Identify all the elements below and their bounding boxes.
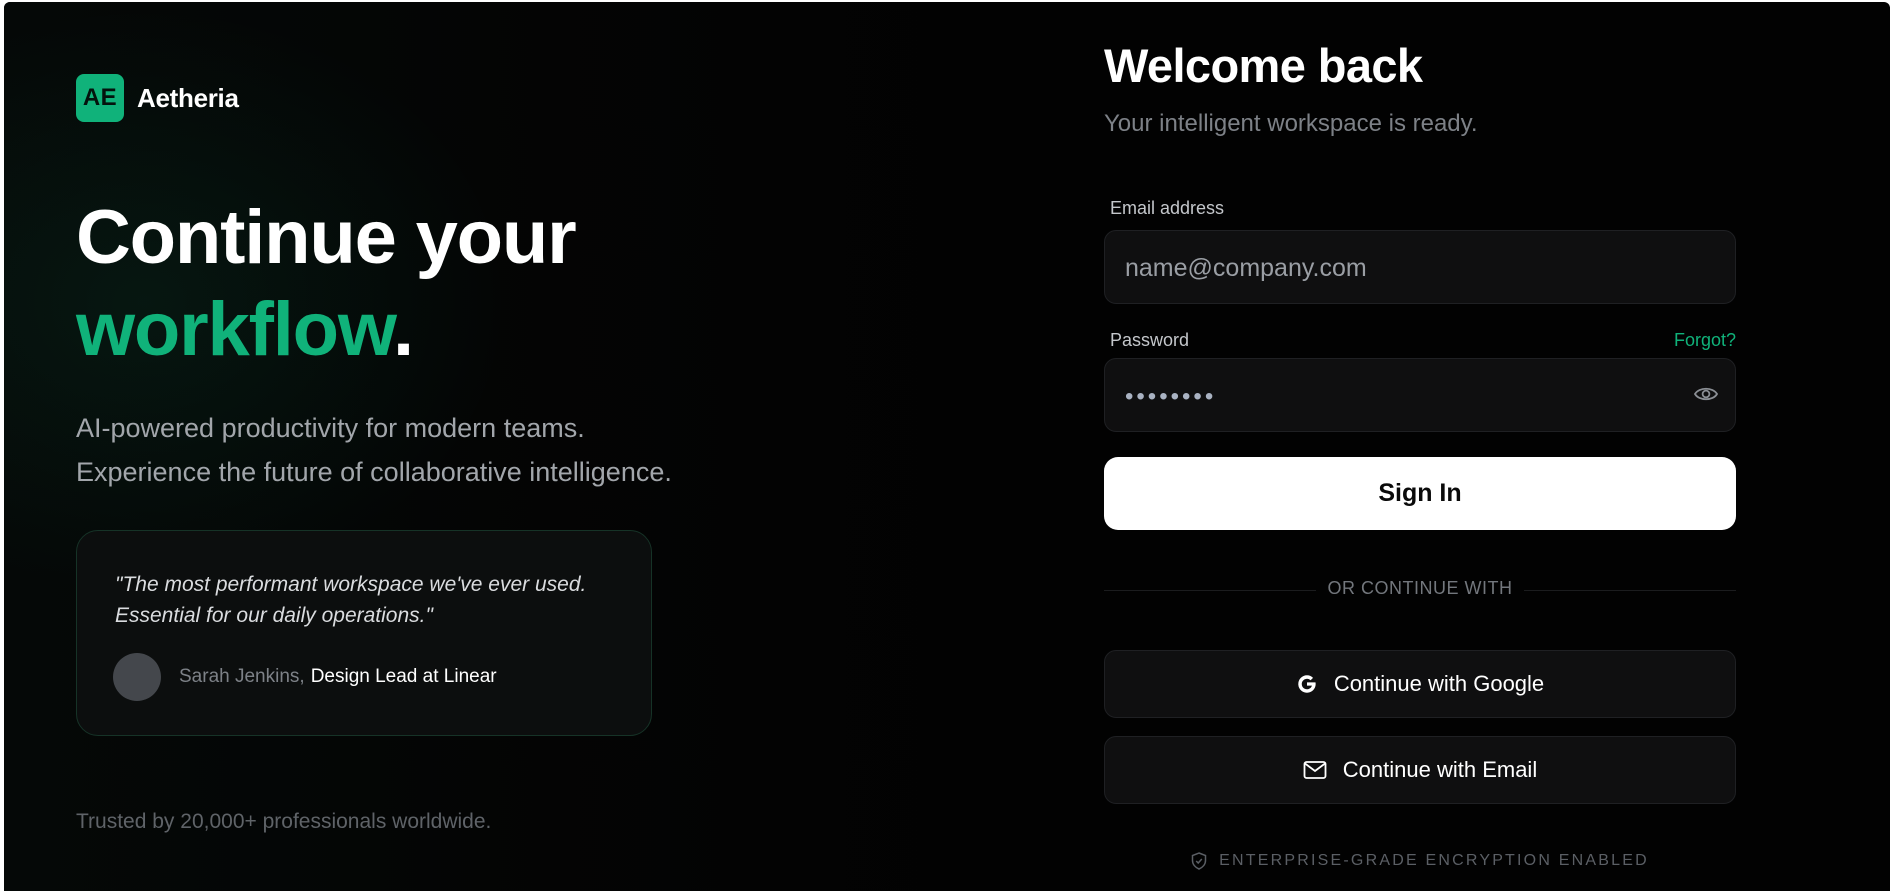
google-button-label: Continue with Google	[1333, 671, 1545, 696]
forgot-password-link[interactable]: Forgot?	[1674, 330, 1736, 351]
headline-line-1: Continue your	[76, 195, 577, 280]
password-label: Password	[1110, 330, 1190, 350]
form-title: Welcome back	[1104, 39, 1423, 92]
headline-period: .	[392, 287, 414, 372]
eye-icon[interactable]	[1693, 383, 1719, 405]
password-mask: ••••••••	[1125, 383, 1217, 410]
mail-icon	[1303, 761, 1327, 779]
logo-badge: AE	[76, 74, 124, 122]
divider-text: OR CONTINUE WITH	[1327, 578, 1513, 598]
signin-form: Welcome back Your intelligent workspace …	[1104, 2, 1744, 891]
headline-accent: workflow	[76, 287, 394, 372]
headline-line-2: workflow.	[76, 284, 575, 376]
avatar	[113, 653, 161, 701]
subtext-line-2: Experience the future of collaborative i…	[76, 457, 672, 487]
testimonial-author: Sarah Jenkins, Design Lead at Linear	[113, 653, 497, 701]
testimonial-quote: "The most performant workspace we've eve…	[115, 573, 587, 627]
trusted-note: Trusted by 20,000+ professionals worldwi…	[76, 810, 492, 833]
app-window: AE Aetheria Continue your workflow. AI-p…	[4, 2, 1890, 891]
shield-icon	[1191, 852, 1207, 870]
hero-subtext: AI-powered productivity for modern teams…	[76, 406, 672, 494]
divider: OR CONTINUE WITH	[1104, 578, 1736, 602]
subtext-line-1: AI-powered productivity for modern teams…	[76, 413, 585, 443]
password-field[interactable]: ••••••••	[1104, 358, 1736, 432]
security-note-text: ENTERPRISE-GRADE ENCRYPTION ENABLED	[1219, 852, 1649, 869]
testimonial-card: "The most performant workspace we've eve…	[76, 530, 652, 736]
form-subtitle: Your intelligent workspace is ready.	[1104, 110, 1478, 137]
google-icon	[1298, 675, 1316, 693]
email-button-label: Continue with Email	[1342, 757, 1538, 782]
sign-in-button[interactable]: Sign In	[1104, 457, 1736, 530]
email-field-wrapper	[1104, 230, 1736, 305]
email-signin-button[interactable]: Continue with Email	[1104, 736, 1736, 804]
brand-logo: AE Aetheria	[76, 74, 239, 122]
google-signin-button[interactable]: Continue with Google	[1104, 650, 1736, 718]
hero-headline: Continue your workflow.	[76, 192, 577, 376]
email-field[interactable]	[1123, 231, 1687, 305]
hero-panel: AE Aetheria Continue your workflow. AI-p…	[4, 2, 1084, 891]
brand-name: Aetheria	[137, 82, 239, 113]
security-note: ENTERPRISE-GRADE ENCRYPTION ENABLED	[1104, 852, 1736, 870]
author-name: Sarah Jenkins,	[179, 666, 305, 687]
author-role: Design Lead at Linear	[310, 666, 497, 687]
email-label: Email address	[1110, 198, 1225, 218]
